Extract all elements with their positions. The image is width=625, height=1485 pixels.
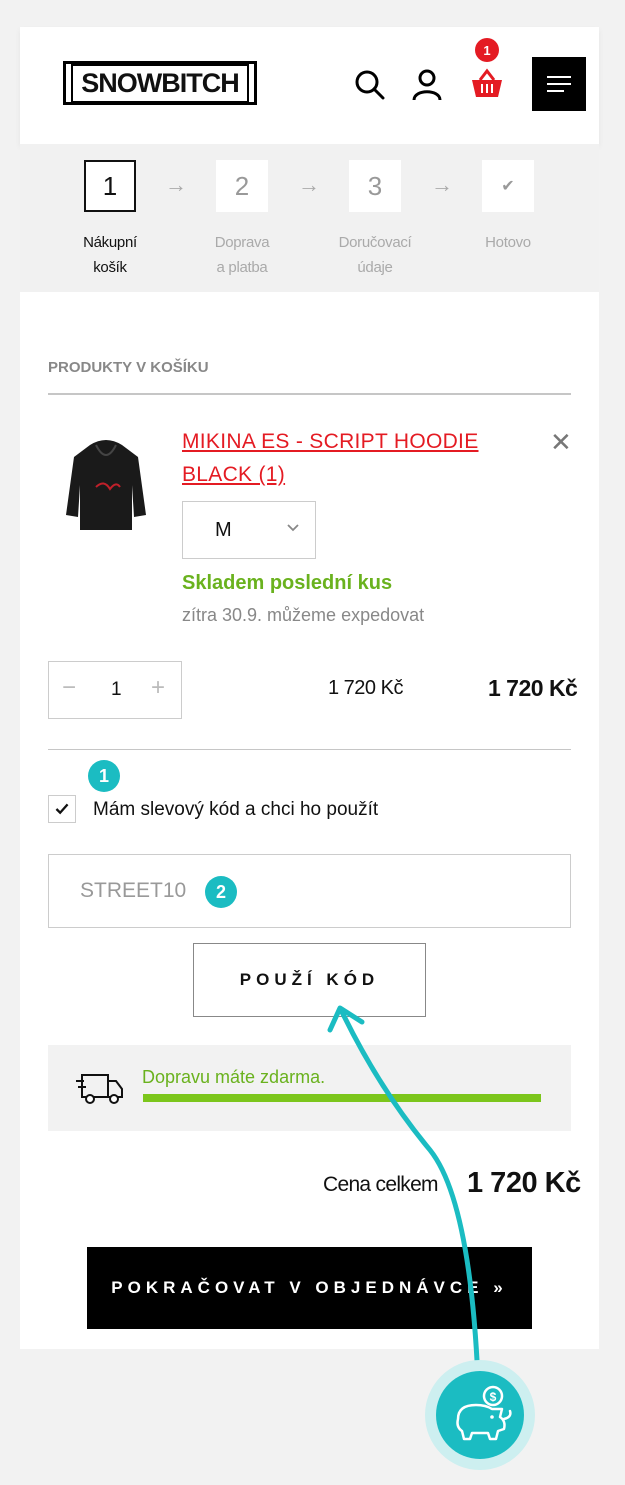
piggy-bank-button[interactable]: $ [425, 1360, 535, 1470]
svg-text:$: $ [490, 1390, 497, 1404]
piggy-bank-icon: $ [456, 1385, 512, 1441]
piggy-circle: $ [436, 1371, 524, 1459]
tutorial-arrow-icon [327, 1005, 481, 1383]
